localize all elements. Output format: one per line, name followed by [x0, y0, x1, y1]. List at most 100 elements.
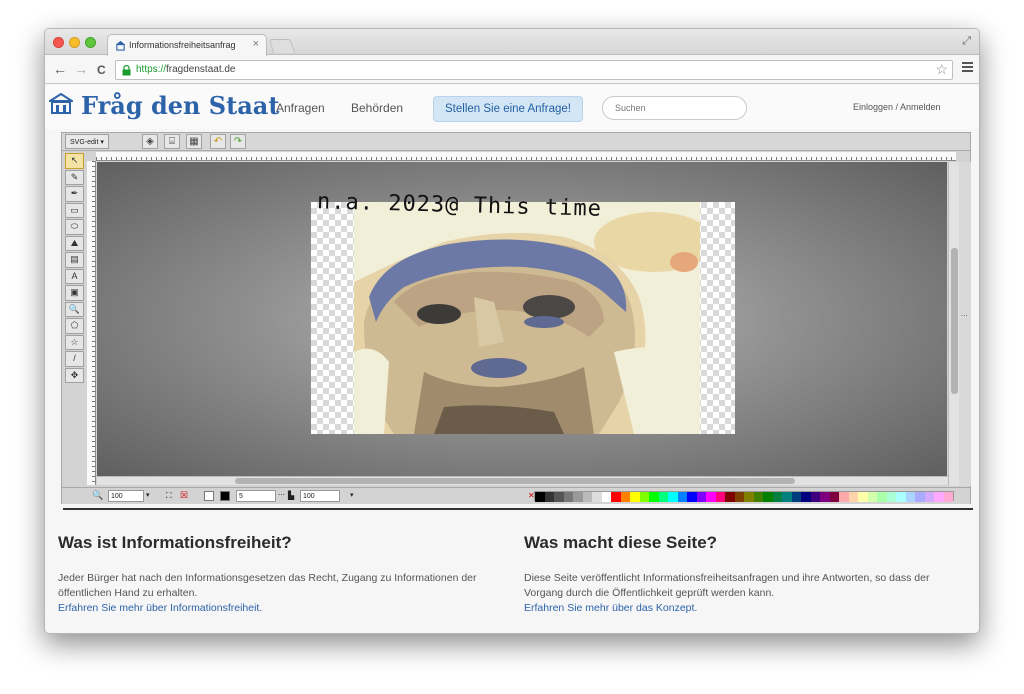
polygon-tool-icon[interactable]: ⬠	[65, 318, 84, 334]
palette-swatch[interactable]	[611, 492, 621, 502]
palette-swatch[interactable]	[544, 492, 554, 502]
stroke-width-input[interactable]: 5	[236, 490, 276, 502]
info-right-link[interactable]: Erfahren Sie mehr über das Konzept.	[524, 601, 944, 616]
palette-swatch[interactable]	[554, 492, 564, 502]
palette-swatch[interactable]	[753, 492, 763, 502]
address-bar[interactable]: https:// fragdenstaat.de ☆	[115, 60, 953, 80]
palette-swatch[interactable]	[639, 492, 649, 502]
palette-swatch[interactable]	[649, 492, 659, 502]
palette-swatch[interactable]	[867, 492, 877, 502]
close-window-button[interactable]	[53, 37, 64, 48]
palette-swatch[interactable]	[915, 492, 925, 502]
palette-swatch[interactable]	[858, 492, 868, 502]
palette-swatch[interactable]	[924, 492, 934, 502]
login-link[interactable]: Einloggen / Anmelden	[853, 102, 941, 112]
palette-swatch[interactable]	[829, 492, 839, 502]
fullscreen-icon[interactable]: ⤢	[962, 35, 971, 48]
palette-swatch[interactable]	[601, 492, 611, 502]
grid-icon[interactable]: ▦	[186, 134, 202, 149]
line-tool-icon[interactable]: ▤	[65, 252, 84, 268]
palette-swatch[interactable]	[943, 492, 953, 502]
palette-swatch[interactable]	[782, 492, 792, 502]
pencil-tool-icon[interactable]: ✎	[65, 169, 84, 185]
select-tool-icon[interactable]: ↖	[65, 153, 84, 169]
palette-swatch[interactable]	[658, 492, 668, 502]
info-left-link[interactable]: Erfahren Sie mehr über Informationsfreih…	[58, 601, 478, 616]
palette-swatch[interactable]	[848, 492, 858, 502]
palette-swatch[interactable]	[620, 492, 630, 502]
forward-button[interactable]: →	[74, 61, 88, 77]
pen-tool-icon[interactable]: ✒	[65, 186, 84, 202]
tab-close-icon[interactable]: ×	[253, 38, 259, 50]
minimize-window-button[interactable]	[69, 37, 80, 48]
fill-color-swatch[interactable]	[204, 491, 214, 501]
palette-swatch[interactable]	[744, 492, 754, 502]
redo-icon[interactable]: ↷	[230, 134, 246, 149]
palette-swatch[interactable]	[839, 492, 849, 502]
palette-swatch[interactable]	[810, 492, 820, 502]
zoom-tool-icon[interactable]: 🔍	[65, 301, 84, 317]
ellipse-tool-icon[interactable]: ⬭	[65, 219, 84, 235]
palette-swatch[interactable]	[820, 492, 830, 502]
tab-fragdenstaat[interactable]: Informationsfreiheitsanfrag ×	[107, 34, 267, 56]
palette-swatch[interactable]	[877, 492, 887, 502]
horizontal-scrollbar[interactable]	[97, 476, 948, 485]
palette-swatch[interactable]	[573, 492, 583, 502]
vertical-scrollbar[interactable]	[948, 162, 959, 486]
palette-swatch[interactable]	[535, 492, 545, 502]
image-tool-icon[interactable]: ▣	[65, 285, 84, 301]
palette-swatch[interactable]	[630, 492, 640, 502]
menu-icon[interactable]	[962, 62, 973, 74]
svg-edit-menu-button[interactable]: SVG-edit ▾	[65, 134, 109, 149]
bookmark-star-icon[interactable]: ☆	[935, 61, 948, 78]
palette-swatch[interactable]	[934, 492, 944, 502]
palette-swatch[interactable]	[582, 492, 592, 502]
palette-swatch[interactable]	[696, 492, 706, 502]
palette-swatch[interactable]	[905, 492, 915, 502]
reload-button[interactable]: C	[97, 62, 106, 78]
palette-swatch[interactable]	[715, 492, 725, 502]
palette-swatch[interactable]	[706, 492, 716, 502]
palette-swatch[interactable]	[772, 492, 782, 502]
new-tab-button[interactable]	[268, 39, 296, 53]
horizontal-scroll-thumb[interactable]	[235, 478, 795, 484]
canvas-sheet[interactable]: n.a. 2023@ This time	[311, 189, 735, 434]
zoom-input[interactable]: 100	[108, 490, 144, 502]
palette-swatch[interactable]	[687, 492, 697, 502]
palette-swatch[interactable]	[801, 492, 811, 502]
eyedropper-tool-icon[interactable]: /	[65, 351, 84, 367]
palette-swatch[interactable]	[734, 492, 744, 502]
posterized-portrait-image[interactable]	[354, 202, 700, 434]
no-fill-icon[interactable]: ☒	[180, 490, 188, 502]
nav-anfragen[interactable]: Anfragen	[276, 101, 325, 115]
source-icon[interactable]: ⌸	[164, 134, 180, 149]
drawing-canvas[interactable]: n.a. 2023@ This time	[97, 162, 947, 476]
palette-swatch[interactable]	[886, 492, 896, 502]
site-logo[interactable]: Fråg den Staat	[81, 91, 279, 120]
palette-swatch[interactable]	[763, 492, 773, 502]
path-tool-icon[interactable]: ⛰	[65, 235, 84, 251]
palette-swatch[interactable]	[896, 492, 906, 502]
palette-swatch[interactable]	[563, 492, 573, 502]
palette-swatch[interactable]	[725, 492, 735, 502]
palette-swatch[interactable]	[668, 492, 678, 502]
undo-icon[interactable]: ↶	[210, 134, 226, 149]
opacity-dropdown-icon[interactable]: ▾	[350, 490, 354, 502]
make-request-button[interactable]: Stellen Sie eine Anfrage!	[433, 96, 583, 122]
search-input[interactable]	[602, 96, 747, 120]
palette-swatch[interactable]	[592, 492, 602, 502]
text-tool-icon[interactable]: A	[65, 268, 84, 284]
back-button[interactable]: ←	[53, 61, 67, 77]
wireframe-icon[interactable]: ◈	[142, 134, 158, 149]
zoom-dropdown-icon[interactable]: ▾	[146, 490, 150, 502]
rect-tool-icon[interactable]: ▭	[65, 202, 84, 218]
color-palette[interactable]	[534, 491, 954, 502]
vertical-scroll-thumb[interactable]	[951, 248, 958, 394]
nav-behoerden[interactable]: Behörden	[351, 101, 403, 115]
palette-swatch[interactable]	[791, 492, 801, 502]
stroke-color-swatch[interactable]	[220, 491, 230, 501]
opacity-input[interactable]: 100	[300, 490, 340, 502]
star-tool-icon[interactable]: ☆	[65, 334, 84, 350]
pan-tool-icon[interactable]: ✥	[65, 367, 84, 383]
stroke-style-icon[interactable]: ⋯	[278, 490, 285, 502]
